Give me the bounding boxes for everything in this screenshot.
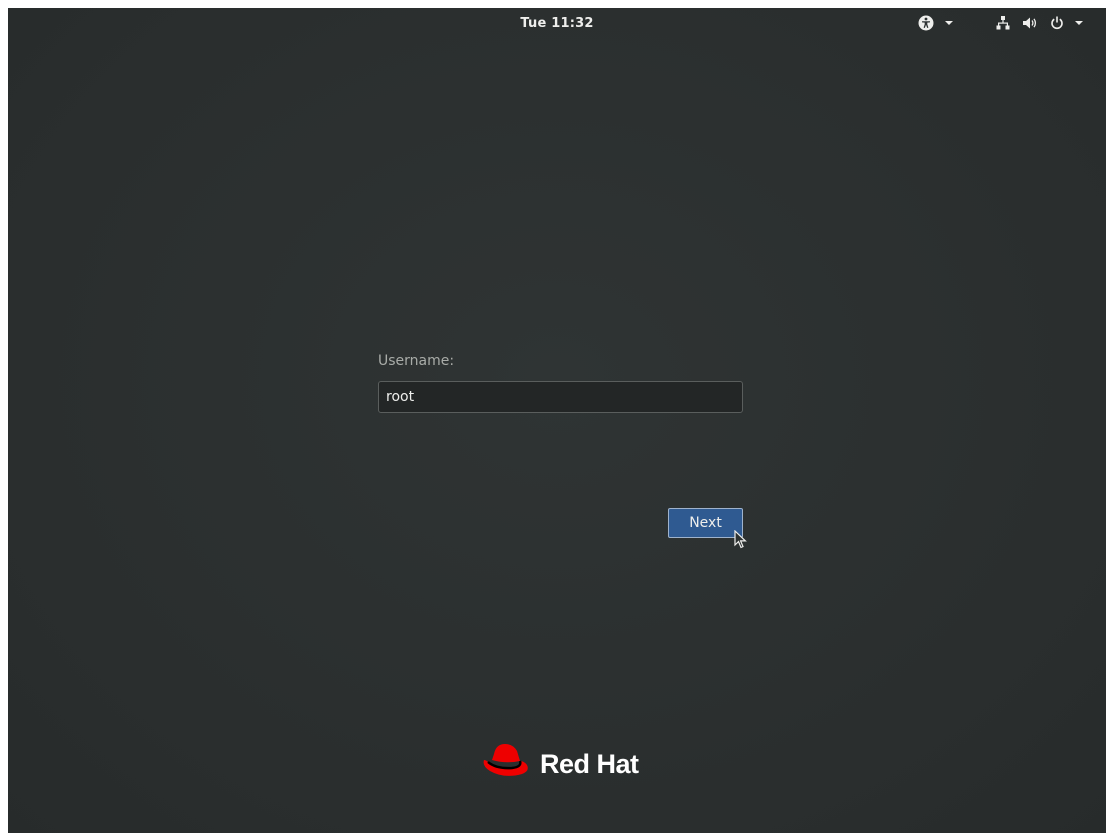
username-label: Username: [378, 353, 455, 369]
login-screen: Tue 11:32 Username: root Next Red Hat [8, 8, 1106, 833]
accessibility-menu-arrow-icon [945, 21, 953, 25]
red-hat-logo-icon [478, 740, 534, 788]
system-menu-arrow-icon [1075, 21, 1083, 25]
red-hat-brand: Red Hat [478, 740, 639, 788]
login-form: Username: [378, 352, 744, 413]
next-button[interactable]: Next [668, 508, 743, 538]
accessibility-menu[interactable] [918, 14, 953, 32]
brand-name: Red Hat [540, 748, 639, 779]
network-wired-icon [996, 16, 1010, 30]
mouse-pointer-icon [734, 530, 747, 549]
power-icon [1050, 16, 1064, 30]
top-bar: Tue 11:32 [8, 8, 1106, 38]
username-input[interactable] [378, 381, 743, 413]
system-menu[interactable] [996, 14, 1083, 32]
volume-icon [1022, 16, 1038, 30]
accessibility-icon [918, 15, 934, 31]
